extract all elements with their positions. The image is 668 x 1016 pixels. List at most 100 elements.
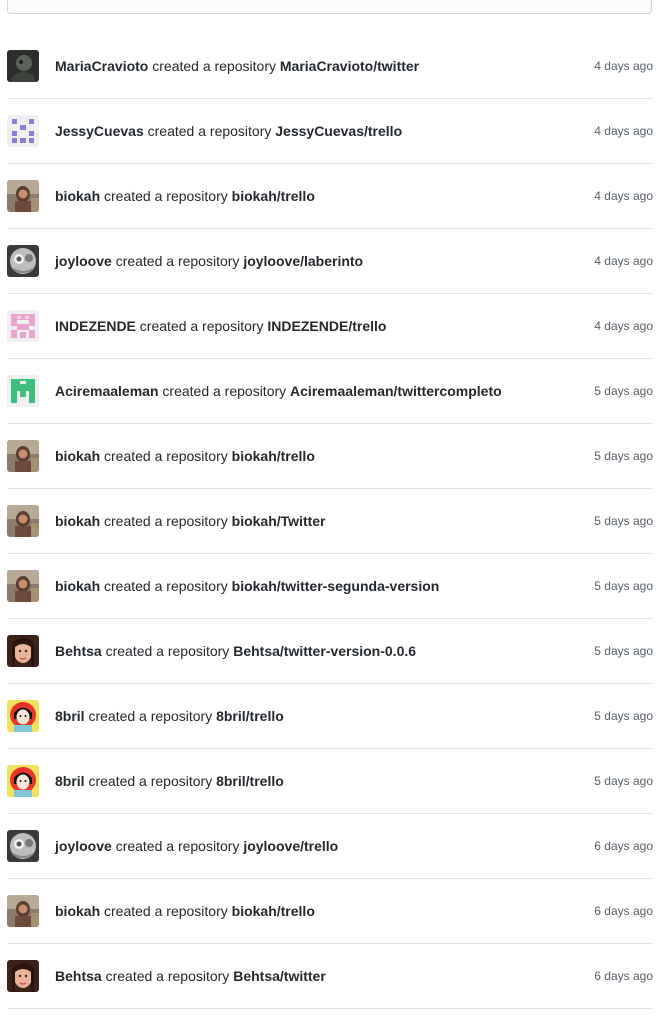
feed-item: biokah created a repository biokah/trell… (7, 424, 653, 489)
feed-item-text: joyloove created a repository joyloove/t… (55, 838, 338, 855)
repo-link[interactable]: biokah/twitter-segunda-version (232, 578, 440, 594)
user-avatar[interactable] (7, 960, 39, 992)
user-avatar[interactable] (7, 830, 39, 862)
relative-time: 5 days ago (594, 514, 653, 528)
relative-time: 5 days ago (594, 774, 653, 788)
feed-item: JessyCuevas created a repository JessyCu… (7, 99, 653, 164)
user-link[interactable]: 8bril (55, 773, 85, 789)
feed-item-text: MariaCravioto created a repository Maria… (55, 58, 419, 75)
feed-item-text: biokah created a repository biokah/trell… (55, 448, 315, 465)
action-text: created a repository (88, 773, 213, 789)
user-avatar[interactable] (7, 765, 39, 797)
feed-item-text: biokah created a repository biokah/trell… (55, 188, 315, 205)
user-link[interactable]: joyloove (55, 253, 112, 269)
user-link[interactable]: Behtsa (55, 968, 102, 984)
feed-item: biokah created a repository biokah/Twitt… (7, 489, 653, 554)
user-avatar[interactable] (7, 635, 39, 667)
user-link[interactable]: biokah (55, 448, 100, 464)
user-avatar[interactable] (7, 180, 39, 212)
feed-item: biokah created a repository biokah/trell… (7, 879, 653, 944)
repo-link[interactable]: Aciremaaleman/twittercompleto (290, 383, 502, 399)
relative-time: 5 days ago (594, 449, 653, 463)
action-text: created a repository (104, 448, 228, 464)
feed-item-text: 8bril created a repository 8bril/trello (55, 773, 284, 790)
repo-link[interactable]: INDEZENDE/trello (267, 318, 386, 334)
user-link[interactable]: biokah (55, 188, 100, 204)
action-text: created a repository (115, 838, 240, 854)
user-link[interactable]: JessyCuevas (55, 123, 144, 139)
repo-link[interactable]: joyloove/trello (243, 838, 338, 854)
user-avatar[interactable] (7, 115, 39, 147)
feed-item-text: 8bril created a repository 8bril/trello (55, 708, 284, 725)
repo-link[interactable]: MariaCravioto/twitter (280, 58, 419, 74)
action-text: created a repository (147, 123, 272, 139)
user-link[interactable]: INDEZENDE (55, 318, 136, 334)
feed-item-text: Behtsa created a repository Behtsa/twitt… (55, 968, 326, 985)
feed-item: Behtsa created a repository Behtsa/twitt… (7, 619, 653, 684)
user-link[interactable]: Aciremaaleman (55, 383, 159, 399)
relative-time: 6 days ago (594, 839, 653, 853)
feed-item-text: JessyCuevas created a repository JessyCu… (55, 123, 402, 140)
feed-item: MariaCravioto created a repository Maria… (7, 34, 653, 99)
action-text: created a repository (162, 383, 287, 399)
relative-time: 4 days ago (594, 124, 653, 138)
activity-feed: MariaCravioto created a repository Maria… (7, 34, 653, 1009)
action-text: created a repository (152, 58, 276, 74)
action-text: created a repository (104, 188, 228, 204)
feed-item: Behtsa created a repository Behtsa/twitt… (7, 944, 653, 1009)
feed-item: 8bril created a repository 8bril/trello 5… (7, 684, 653, 749)
user-avatar[interactable] (7, 700, 39, 732)
user-avatar[interactable] (7, 375, 39, 407)
repo-link[interactable]: 8bril/trello (216, 773, 284, 789)
repo-link[interactable]: JessyCuevas/trello (275, 123, 402, 139)
user-avatar[interactable] (7, 310, 39, 342)
feed-item-text: biokah created a repository biokah/Twitt… (55, 513, 326, 530)
user-avatar[interactable] (7, 50, 39, 82)
feed-item: joyloove created a repository joyloove/t… (7, 814, 653, 879)
action-text: created a repository (115, 253, 240, 269)
repo-link[interactable]: joyloove/laberinto (243, 253, 363, 269)
feed-item: Aciremaaleman created a repository Acire… (7, 359, 653, 424)
user-link[interactable]: MariaCravioto (55, 58, 148, 74)
feed-item-text: Behtsa created a repository Behtsa/twitt… (55, 643, 416, 660)
user-link[interactable]: biokah (55, 578, 100, 594)
top-container-edge (7, 0, 652, 14)
repo-link[interactable]: Behtsa/twitter-version-0.0.6 (233, 643, 416, 659)
feed-item-text: biokah created a repository biokah/trell… (55, 903, 315, 920)
relative-time: 5 days ago (594, 384, 653, 398)
user-avatar[interactable] (7, 245, 39, 277)
repo-link[interactable]: biokah/Twitter (232, 513, 326, 529)
relative-time: 4 days ago (594, 59, 653, 73)
repo-link[interactable]: biokah/trello (232, 448, 315, 464)
repo-link[interactable]: biokah/trello (232, 188, 315, 204)
action-text: created a repository (105, 643, 230, 659)
feed-item: 8bril created a repository 8bril/trello 5… (7, 749, 653, 814)
user-link[interactable]: 8bril (55, 708, 85, 724)
relative-time: 6 days ago (594, 969, 653, 983)
user-link[interactable]: biokah (55, 903, 100, 919)
repo-link[interactable]: biokah/trello (232, 903, 315, 919)
user-avatar[interactable] (7, 570, 39, 602)
feed-item-text: biokah created a repository biokah/twitt… (55, 578, 439, 595)
relative-time: 4 days ago (594, 319, 653, 333)
relative-time: 5 days ago (594, 709, 653, 723)
feed-item: biokah created a repository biokah/trell… (7, 164, 653, 229)
repo-link[interactable]: Behtsa/twitter (233, 968, 326, 984)
user-link[interactable]: Behtsa (55, 643, 102, 659)
feed-item-text: INDEZENDE created a repository INDEZENDE… (55, 318, 386, 335)
relative-time: 5 days ago (594, 644, 653, 658)
relative-time: 5 days ago (594, 579, 653, 593)
feed-item: joyloove created a repository joyloove/l… (7, 229, 653, 294)
action-text: created a repository (104, 513, 228, 529)
user-avatar[interactable] (7, 895, 39, 927)
action-text: created a repository (88, 708, 213, 724)
relative-time: 4 days ago (594, 254, 653, 268)
feed-item: INDEZENDE created a repository INDEZENDE… (7, 294, 653, 359)
user-avatar[interactable] (7, 440, 39, 472)
user-link[interactable]: joyloove (55, 838, 112, 854)
user-avatar[interactable] (7, 505, 39, 537)
user-link[interactable]: biokah (55, 513, 100, 529)
repo-link[interactable]: 8bril/trello (216, 708, 284, 724)
feed-item: biokah created a repository biokah/twitt… (7, 554, 653, 619)
relative-time: 6 days ago (594, 904, 653, 918)
